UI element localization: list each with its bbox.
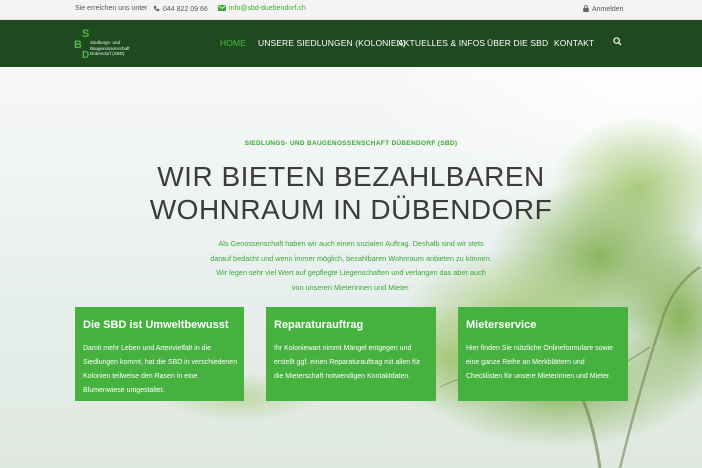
- search-icon[interactable]: [613, 37, 622, 48]
- nav-item-aktuelles[interactable]: AKTUELLES & INFOS: [398, 38, 485, 48]
- email-address: info@sbd-duebendorf.ch: [229, 5, 306, 12]
- logo-wordmark: Siedlungs- und Baugenossenschaft Dübendo…: [90, 40, 160, 57]
- top-utility-bar: Sie erreichen uns unter 044 822 09 66 in…: [0, 0, 702, 20]
- sbd-logo[interactable]: S B D Siedlungs- und Baugenossenschaft D…: [74, 28, 154, 62]
- lock-icon: [583, 4, 589, 13]
- hero-section: SIEDLUNGS- UND BAUGENOSSENSCHAFT DÜBENDO…: [0, 67, 702, 468]
- contact-label: Sie erreichen uns unter: [75, 5, 148, 12]
- nav-item-kontakt[interactable]: KONTAKT: [554, 38, 594, 48]
- card-title: Reparaturauftrag: [274, 319, 364, 331]
- card-title: Mieterservice: [466, 319, 537, 331]
- phone-icon: [153, 5, 160, 13]
- phone-link[interactable]: 044 822 09 66: [153, 5, 208, 13]
- hero-kicker: SIEDLUNGS- UND BAUGENOSSENSCHAFT DÜBENDO…: [244, 140, 458, 147]
- main-header: S B D Siedlungs- und Baugenossenschaft D…: [0, 20, 702, 67]
- hero-headline: WIR BIETEN BEZAHLBAREN WOHNRAUM IN DÜBEN…: [0, 160, 702, 226]
- card-text: Ihr Koloniewart nimmt Mängel entgegen un…: [274, 345, 421, 380]
- logo-line-3: Dübendorf (SBD): [90, 51, 125, 56]
- card-mieterservice[interactable]: Mieterservice Hier finden Sie nützliche …: [458, 307, 628, 401]
- card-reparaturauftrag[interactable]: Reparaturauftrag Ihr Koloniewart nimmt M…: [266, 307, 436, 401]
- card-text: Damit mehr Leben und Artenvielfalt in di…: [83, 345, 238, 394]
- card-text: Hier finden Sie nützliche Onlineformular…: [466, 345, 614, 380]
- phone-number: 044 822 09 66: [163, 6, 208, 13]
- nav-item-home[interactable]: HOME: [220, 38, 246, 48]
- hero-headline-line-2: WOHNRAUM IN DÜBENDORF: [149, 194, 553, 225]
- email-link[interactable]: info@sbd-duebendorf.ch: [218, 5, 306, 12]
- hero-headline-line-1: WIR BIETEN BEZAHLBAREN: [157, 161, 545, 192]
- nav-item-ueber[interactable]: ÜBER DIE SBD: [487, 38, 548, 48]
- login-label: Anmelden: [592, 6, 624, 13]
- card-title: Die SBD ist Umweltbewusst: [83, 319, 229, 331]
- logo-letter-b: B: [74, 39, 82, 51]
- nav-item-siedlungen[interactable]: UNSERE SIEDLUNGEN (KOLONIEN): [258, 38, 406, 48]
- logo-letter-s: S: [82, 28, 90, 40]
- logo-letter-d: D: [82, 50, 90, 61]
- envelope-icon: [218, 5, 226, 12]
- hero-intro-text: Als Genossenschaft haben wir auch einen …: [210, 239, 492, 292]
- card-umwelt[interactable]: Die SBD ist Umweltbewusst Damit mehr Leb…: [75, 307, 244, 401]
- login-link[interactable]: Anmelden: [583, 4, 624, 13]
